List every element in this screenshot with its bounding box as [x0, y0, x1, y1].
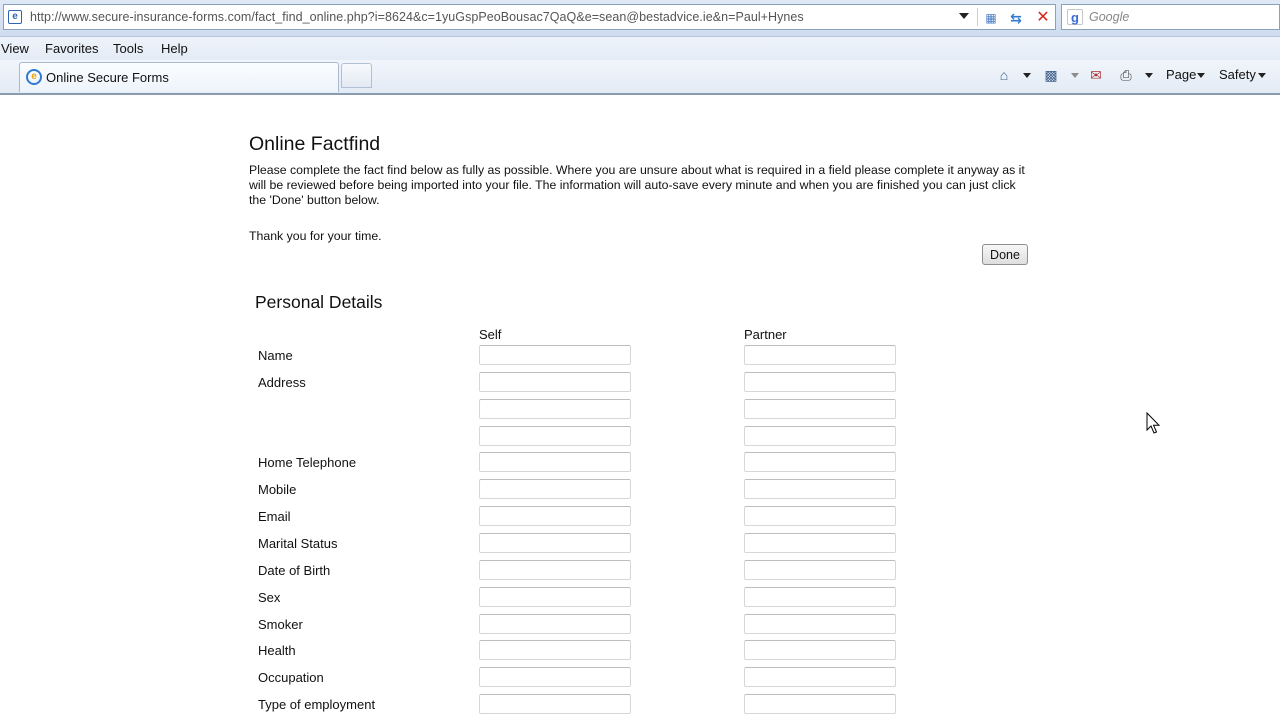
- input-self[interactable]: [479, 426, 631, 446]
- form-row: Marital Status: [0, 533, 1280, 555]
- field-label: Type of employment: [258, 697, 376, 712]
- page-title: Online Factfind: [249, 133, 381, 155]
- tab-online-secure-forms[interactable]: e Online Secure Forms: [19, 62, 339, 92]
- menu-tools[interactable]: Tools: [113, 41, 143, 56]
- form-row: Occupation: [0, 667, 1280, 689]
- form-row: [0, 426, 1280, 448]
- field-label: Address: [258, 375, 306, 390]
- input-partner[interactable]: [744, 560, 896, 580]
- feeds-dropdown-icon[interactable]: [1071, 73, 1079, 78]
- input-self[interactable]: [479, 667, 631, 687]
- home-dropdown-icon[interactable]: [1023, 73, 1031, 78]
- form-row: Type of employment: [0, 694, 1280, 716]
- form-row: Sex: [0, 587, 1280, 609]
- input-partner[interactable]: [744, 345, 896, 365]
- input-self[interactable]: [479, 345, 631, 365]
- google-icon: g: [1067, 9, 1083, 25]
- input-partner[interactable]: [744, 452, 896, 472]
- input-partner[interactable]: [744, 533, 896, 553]
- input-self[interactable]: [479, 479, 631, 499]
- field-label: Marital Status: [258, 536, 338, 551]
- input-partner[interactable]: [744, 614, 896, 634]
- page-menu[interactable]: Page: [1166, 67, 1196, 82]
- menu-favorites[interactable]: Favorites: [45, 41, 98, 56]
- input-self[interactable]: [479, 587, 631, 607]
- input-partner[interactable]: [744, 587, 896, 607]
- new-tab-button[interactable]: [341, 63, 372, 88]
- search-box[interactable]: g Google: [1061, 4, 1280, 30]
- column-header-self: Self: [479, 327, 502, 342]
- feeds-icon[interactable]: ▩: [1042, 66, 1060, 84]
- section-title-personal-details: Personal Details: [255, 292, 383, 312]
- input-self[interactable]: [479, 640, 631, 660]
- stop-icon[interactable]: ✕: [1033, 8, 1053, 28]
- form-row: Home Telephone: [0, 452, 1280, 474]
- tab-bar: e Online Secure Forms ⌂ ▩ ✉ ⎙ Page Safet…: [0, 60, 1280, 95]
- page-dropdown-icon[interactable]: [1197, 73, 1205, 78]
- field-label: Mobile: [258, 482, 297, 497]
- input-partner[interactable]: [744, 506, 896, 526]
- url-input[interactable]: e http://www.secure-insurance-forms.com/…: [3, 4, 1056, 30]
- url-dropdown-icon[interactable]: [959, 13, 969, 19]
- input-partner[interactable]: [744, 694, 896, 714]
- form-row: Email: [0, 506, 1280, 528]
- print-dropdown-icon[interactable]: [1145, 73, 1153, 78]
- input-self[interactable]: [479, 614, 631, 634]
- input-self[interactable]: [479, 399, 631, 419]
- input-partner[interactable]: [744, 426, 896, 446]
- url-separator: [977, 8, 978, 26]
- menu-view[interactable]: View: [1, 41, 29, 56]
- input-partner[interactable]: [744, 372, 896, 392]
- mouse-cursor-icon: [1146, 412, 1161, 434]
- input-partner[interactable]: [744, 640, 896, 660]
- print-icon[interactable]: ⎙: [1117, 66, 1135, 84]
- intro-text: Please complete the fact find below as f…: [249, 163, 1025, 207]
- field-label: Health: [258, 643, 296, 658]
- ie-icon: e: [26, 69, 42, 85]
- field-label: Email: [258, 509, 291, 524]
- input-partner[interactable]: [744, 667, 896, 687]
- field-label: Home Telephone: [258, 455, 357, 470]
- form-row: Date of Birth: [0, 560, 1280, 582]
- done-button[interactable]: Done: [982, 244, 1028, 265]
- field-label: Date of Birth: [258, 563, 331, 578]
- column-header-partner: Partner: [744, 327, 787, 342]
- input-self[interactable]: [479, 560, 631, 580]
- form-row: Smoker: [0, 614, 1280, 636]
- address-bar: e http://www.secure-insurance-forms.com/…: [0, 0, 1280, 36]
- input-partner[interactable]: [744, 479, 896, 499]
- menu-bar: View Favorites Tools Help: [0, 36, 1280, 61]
- form-row: Address: [0, 372, 1280, 394]
- tab-title: Online Secure Forms: [46, 70, 169, 85]
- field-label: Name: [258, 348, 293, 363]
- refresh-icon[interactable]: ⇆: [1006, 8, 1026, 28]
- input-self[interactable]: [479, 694, 631, 714]
- thanks-text: Thank you for your time.: [249, 229, 382, 243]
- mail-icon[interactable]: ✉: [1087, 66, 1105, 84]
- input-self[interactable]: [479, 452, 631, 472]
- form-row: Mobile: [0, 479, 1280, 501]
- safety-dropdown-icon[interactable]: [1258, 73, 1266, 78]
- page-icon: e: [8, 10, 22, 24]
- url-text[interactable]: http://www.secure-insurance-forms.com/fa…: [30, 10, 804, 24]
- form-row: Name: [0, 345, 1280, 367]
- menu-help[interactable]: Help: [161, 41, 188, 56]
- form-row: [0, 399, 1280, 421]
- input-self[interactable]: [479, 372, 631, 392]
- home-icon[interactable]: ⌂: [995, 66, 1013, 84]
- compatibility-view-icon[interactable]: ▦: [981, 8, 1001, 28]
- search-placeholder[interactable]: Google: [1089, 10, 1129, 24]
- input-partner[interactable]: [744, 399, 896, 419]
- safety-menu[interactable]: Safety: [1219, 67, 1256, 82]
- field-label: Occupation: [258, 670, 324, 685]
- field-label: Sex: [258, 590, 281, 605]
- input-self[interactable]: [479, 533, 631, 553]
- input-self[interactable]: [479, 506, 631, 526]
- form-row: Health: [0, 640, 1280, 662]
- field-label: Smoker: [258, 617, 303, 632]
